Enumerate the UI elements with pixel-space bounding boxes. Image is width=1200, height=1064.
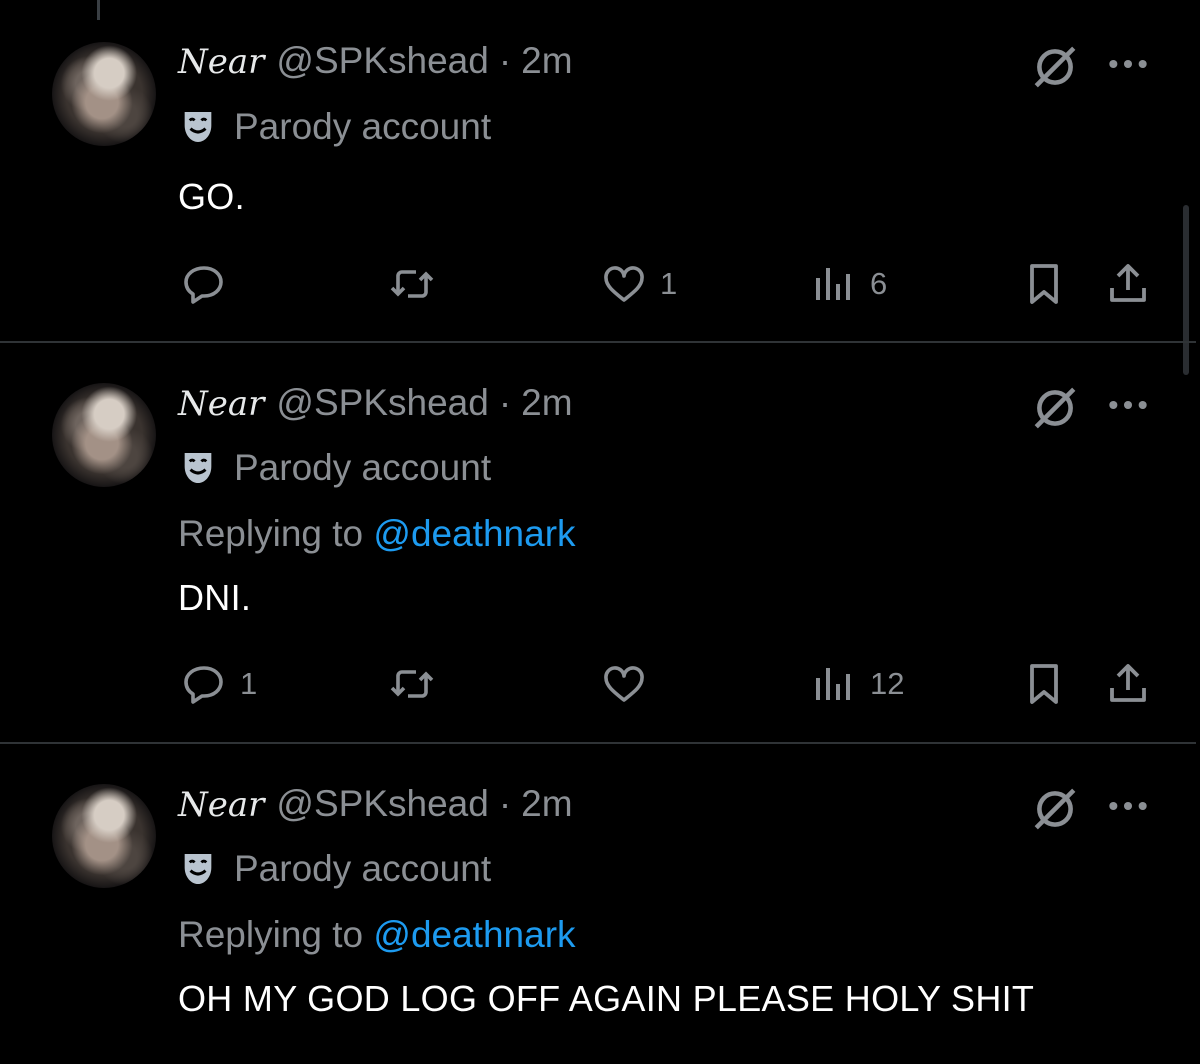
replying-to: Replying to @deathnark — [178, 513, 576, 555]
parody-label-text: Parody account — [234, 106, 492, 147]
replying-to: Replying to @deathnark — [178, 914, 576, 956]
bookmark-icon — [1020, 660, 1068, 708]
post-text: DNI. — [178, 577, 252, 618]
reply-icon — [180, 660, 228, 708]
avatar[interactable] — [52, 42, 156, 146]
views-button[interactable]: 12 — [810, 656, 904, 712]
post-header: Near @SPKshead · 2m — [178, 40, 573, 84]
like-count: 1 — [660, 266, 678, 301]
repost-icon — [388, 260, 436, 308]
mention-link[interactable]: @deathnark — [373, 513, 575, 554]
more-icon[interactable] — [1106, 395, 1150, 415]
theater-mask-icon — [178, 849, 218, 889]
action-bar: 1 6 — [0, 256, 1200, 312]
like-button[interactable] — [600, 656, 660, 712]
timestamp[interactable]: 2m — [521, 40, 572, 82]
avatar[interactable] — [52, 383, 156, 487]
reply-count: 1 — [240, 666, 258, 701]
timestamp[interactable]: 2m — [521, 783, 572, 825]
bookmark-button[interactable] — [1020, 256, 1068, 312]
repost-button[interactable] — [388, 256, 436, 312]
bookmark-button[interactable] — [1020, 656, 1068, 712]
like-icon — [600, 260, 648, 308]
replying-to-prefix: Replying to — [178, 914, 364, 955]
more-icon[interactable] — [1106, 54, 1150, 74]
theater-mask-icon — [178, 107, 218, 147]
separator-dot: · — [498, 382, 512, 423]
repost-icon — [388, 660, 436, 708]
like-icon — [600, 660, 648, 708]
bookmark-icon — [1020, 260, 1068, 308]
action-bar: 1 12 — [0, 656, 1200, 712]
display-name[interactable]: Near — [178, 42, 264, 82]
parody-label: Parody account — [178, 848, 491, 890]
reply-button[interactable] — [180, 256, 240, 312]
reply-button[interactable]: 1 — [180, 656, 257, 712]
post-text: OH MY GOD LOG OFF AGAIN PLEASE HOLY SHIT — [178, 978, 1035, 1019]
post[interactable]: Near @SPKshead · 2m Parody account Reply… — [0, 343, 1200, 743]
share-button[interactable] — [1104, 656, 1152, 712]
post-header: Near @SPKshead · 2m — [178, 382, 573, 426]
post[interactable]: Near @SPKshead · 2m Parody account Reply… — [0, 744, 1200, 1064]
post[interactable]: Near @SPKshead · 2m Parody account GO. 1… — [0, 0, 1200, 342]
parody-label: Parody account — [178, 447, 491, 489]
handle[interactable]: @SPKshead — [276, 382, 488, 424]
grok-icon[interactable] — [1030, 383, 1080, 433]
parody-label: Parody account — [178, 106, 491, 148]
display-name[interactable]: Near — [178, 384, 264, 424]
views-count: 12 — [870, 666, 905, 701]
handle[interactable]: @SPKshead — [276, 40, 488, 82]
views-icon — [810, 660, 858, 708]
like-button[interactable]: 1 — [600, 256, 677, 312]
share-icon — [1104, 260, 1152, 308]
mention-link[interactable]: @deathnark — [373, 914, 575, 955]
views-count: 6 — [870, 266, 888, 301]
repost-button[interactable] — [388, 656, 436, 712]
more-icon[interactable] — [1106, 796, 1150, 816]
grok-icon[interactable] — [1030, 784, 1080, 834]
reply-icon — [180, 260, 228, 308]
separator-dot: · — [498, 783, 512, 824]
theater-mask-icon — [178, 448, 218, 488]
post-header: Near @SPKshead · 2m — [178, 783, 573, 827]
replying-to-prefix: Replying to — [178, 513, 364, 554]
parody-label-text: Parody account — [234, 447, 492, 488]
share-icon — [1104, 660, 1152, 708]
share-button[interactable] — [1104, 256, 1152, 312]
separator-dot: · — [498, 40, 512, 81]
timestamp[interactable]: 2m — [521, 382, 572, 424]
handle[interactable]: @SPKshead — [276, 783, 488, 825]
views-button[interactable]: 6 — [810, 256, 887, 312]
display-name[interactable]: Near — [178, 785, 264, 825]
grok-icon[interactable] — [1030, 42, 1080, 92]
parody-label-text: Parody account — [234, 848, 492, 889]
views-icon — [810, 260, 858, 308]
avatar[interactable] — [52, 784, 156, 888]
post-text: GO. — [178, 176, 245, 217]
